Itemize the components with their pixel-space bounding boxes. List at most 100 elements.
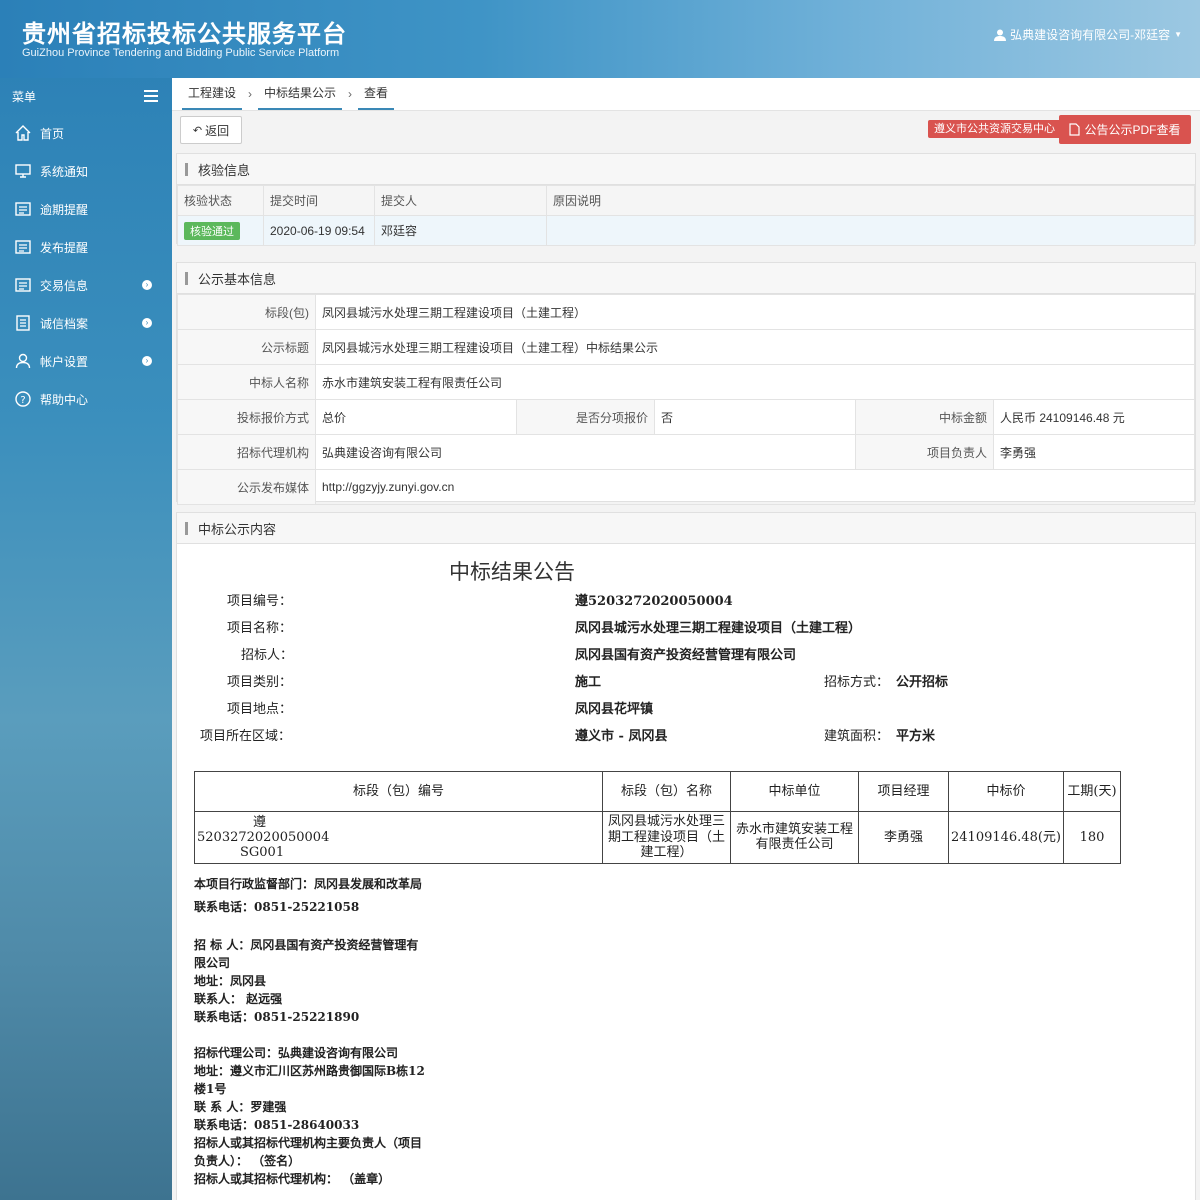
- table-cell: 赤水市建筑安装工程有限责任公司: [730, 811, 859, 864]
- back-label: 返回: [205, 123, 230, 138]
- column-header: 中标价: [948, 771, 1064, 812]
- basic-title: 公示基本信息: [198, 271, 277, 287]
- verify-time: 2020-06-19 09:54: [263, 215, 375, 246]
- section-code-line: 5203272020050004: [197, 829, 330, 845]
- pdf-view-button[interactable]: 公告公示PDF查看: [1059, 115, 1191, 144]
- sidebar-item-label: 帮助中心: [40, 392, 89, 407]
- bid-method: 公开招标: [896, 675, 949, 690]
- column-header: 工期(天): [1063, 771, 1121, 812]
- svg-text:?: ?: [20, 395, 25, 406]
- notice-document: 中标结果公告 项目编号： 遵5203272020050004 项目名称： 凤冈县…: [177, 544, 1195, 1194]
- panel-title: 中标公示内容: [177, 513, 1195, 544]
- verify-submitter: 邓廷容: [374, 215, 547, 246]
- footer-line: 地址：遵义市汇川区苏州路贵御国际B栋12: [194, 1064, 425, 1078]
- sidebar-item-label: 首页: [40, 126, 65, 141]
- field-label: 项目负责人: [855, 434, 994, 470]
- notice-content-panel: 中标公示内容 中标结果公告 项目编号： 遵5203272020050004 项目…: [176, 512, 1196, 1200]
- column-header: 原因说明: [546, 185, 1195, 216]
- sidebar-item-label: 帐户设置: [40, 354, 89, 369]
- field-label: 投标报价方式: [177, 399, 316, 435]
- breadcrumb-item-current[interactable]: 查看: [358, 77, 395, 110]
- site-subtitle: GuiZhou Province Tendering and Bidding P…: [22, 47, 340, 59]
- footer-line: 限公司: [194, 956, 231, 970]
- list-icon: [14, 200, 32, 218]
- footer-line: 招标人或其招标代理机构： （盖章）: [194, 1172, 391, 1186]
- sidebar: 菜单 首页 系统通知 逾期提醒 发布提醒 交易信息 › 诚信档案 › 帐户设置 …: [0, 78, 172, 1200]
- footer-line: 楼1号: [194, 1082, 227, 1096]
- menu-label: 菜单: [12, 89, 37, 104]
- section-code-line: 遵: [253, 814, 267, 830]
- list-icon: [14, 238, 32, 256]
- breadcrumb: 工程建设 › 中标结果公示 › 查看: [172, 78, 1200, 111]
- chevron-right-icon: ›: [142, 356, 152, 366]
- footer-line: 负责人）： （签名）: [194, 1154, 301, 1168]
- field-label: 公示标题: [177, 329, 316, 365]
- column-header: 中标单位: [730, 771, 859, 812]
- document-icon: [14, 314, 32, 332]
- sidebar-item-publish[interactable]: 发布提醒: [0, 228, 172, 266]
- field-label: 招标人：: [241, 648, 294, 663]
- footer-line: 招标代理公司：弘典建设咨询有限公司: [194, 1046, 399, 1060]
- user-name: 弘典建设咨询有限公司-邓廷容: [1010, 28, 1171, 42]
- table-cell: 李勇强: [858, 811, 949, 864]
- footer-line: 联系电话：0851-25221058: [194, 900, 360, 914]
- sidebar-item-label: 逾期提醒: [40, 202, 89, 217]
- field-label: 项目类别：: [227, 675, 293, 690]
- footer-line: 联系电话：0851-25221890: [194, 1010, 360, 1024]
- panel-title: 公示基本信息: [177, 263, 1195, 294]
- quote-value: 总价: [315, 399, 517, 435]
- user-icon: [14, 352, 32, 370]
- column-header: 核验状态: [177, 185, 264, 216]
- sidebar-item-notice[interactable]: 系统通知: [0, 152, 172, 190]
- building-area: 平方米: [896, 729, 936, 744]
- verify-table: 核验状态 提交时间 提交人 原因说明 核验通过 2020-06-19 09:54…: [177, 185, 1195, 246]
- agency-value: 弘典建设咨询有限公司: [315, 434, 856, 470]
- field-label: 招标方式：: [824, 675, 890, 690]
- pdf-icon: [1069, 123, 1081, 136]
- verify-reason: [546, 215, 1195, 246]
- sidebar-item-help[interactable]: ? 帮助中心: [0, 380, 172, 418]
- site-title: 贵州省招标投标公共服务平台: [22, 20, 347, 48]
- verify-status-cell: 核验通过: [177, 215, 264, 246]
- hamburger-icon[interactable]: [144, 90, 158, 102]
- verify-title: 核验信息: [198, 162, 251, 178]
- project-place: 凤冈县花坪镇: [575, 702, 654, 717]
- sidebar-item-home[interactable]: 首页: [0, 114, 172, 152]
- table-cell: 凤冈县城污水处理三期工程建设项目（土建工程）: [602, 811, 731, 864]
- field-label: 项目所在区域：: [200, 729, 292, 744]
- sidebar-item-account[interactable]: 帐户设置 ›: [0, 342, 172, 380]
- monitor-icon: [14, 162, 32, 180]
- field-label: 中标人名称: [177, 364, 316, 400]
- basic-info-table: 标段(包) 凤冈县城污水处理三期工程建设项目（土建工程） 公示标题 凤冈县城污水处理…: [177, 294, 1195, 505]
- pdf-view-label: 公告公示PDF查看: [1084, 123, 1181, 137]
- manager-value: 李勇强: [993, 434, 1195, 470]
- winner-value: 赤水市建筑安装工程有限责任公司: [315, 364, 1195, 400]
- chevron-right-icon: ›: [348, 86, 353, 101]
- amount-value: 人民币 24109146.48 元: [993, 399, 1195, 435]
- field-label: 标段(包): [177, 294, 316, 330]
- column-header: 提交人: [374, 185, 547, 216]
- sidebar-item-credit[interactable]: 诚信档案 ›: [0, 304, 172, 342]
- sidebar-item-trade[interactable]: 交易信息 ›: [0, 266, 172, 304]
- footer-line: 招 标 人：凤冈县国有资产投资经营管理有: [194, 938, 419, 952]
- chevron-right-icon: ›: [142, 318, 152, 328]
- sidebar-item-label: 发布提醒: [40, 240, 89, 255]
- document-title: 中标结果公告: [449, 560, 575, 584]
- footer-line: 联 系 人：罗建强: [194, 1100, 287, 1114]
- notice-title-value: 凤冈县城污水处理三期工程建设项目（土建工程）中标结果公示: [315, 329, 1195, 365]
- back-icon: ↶: [192, 124, 203, 137]
- chevron-right-icon: ›: [248, 86, 253, 101]
- breadcrumb-item[interactable]: 中标结果公示: [258, 77, 343, 110]
- field-label: 项目名称：: [227, 621, 293, 636]
- table-cell: 遵 5203272020050004 SG001: [194, 811, 603, 864]
- back-button[interactable]: ↶ 返回: [180, 116, 242, 144]
- award-table: 标段（包）编号 标段（包）名称 中标单位 项目经理 中标价 工期(天) 遵 52…: [194, 771, 1121, 864]
- breadcrumb-item[interactable]: 工程建设: [182, 77, 243, 110]
- field-label: 公示发布媒体: [177, 469, 316, 505]
- field-label: 招标代理机构: [177, 434, 316, 470]
- sidebar-item-label: 交易信息: [40, 278, 89, 293]
- home-icon: [14, 124, 32, 142]
- sidebar-item-overdue[interactable]: 逾期提醒: [0, 190, 172, 228]
- user-menu[interactable]: 弘典建设咨询有限公司-邓廷容 ▼: [994, 26, 1182, 43]
- column-header: 标段（包）名称: [602, 771, 731, 812]
